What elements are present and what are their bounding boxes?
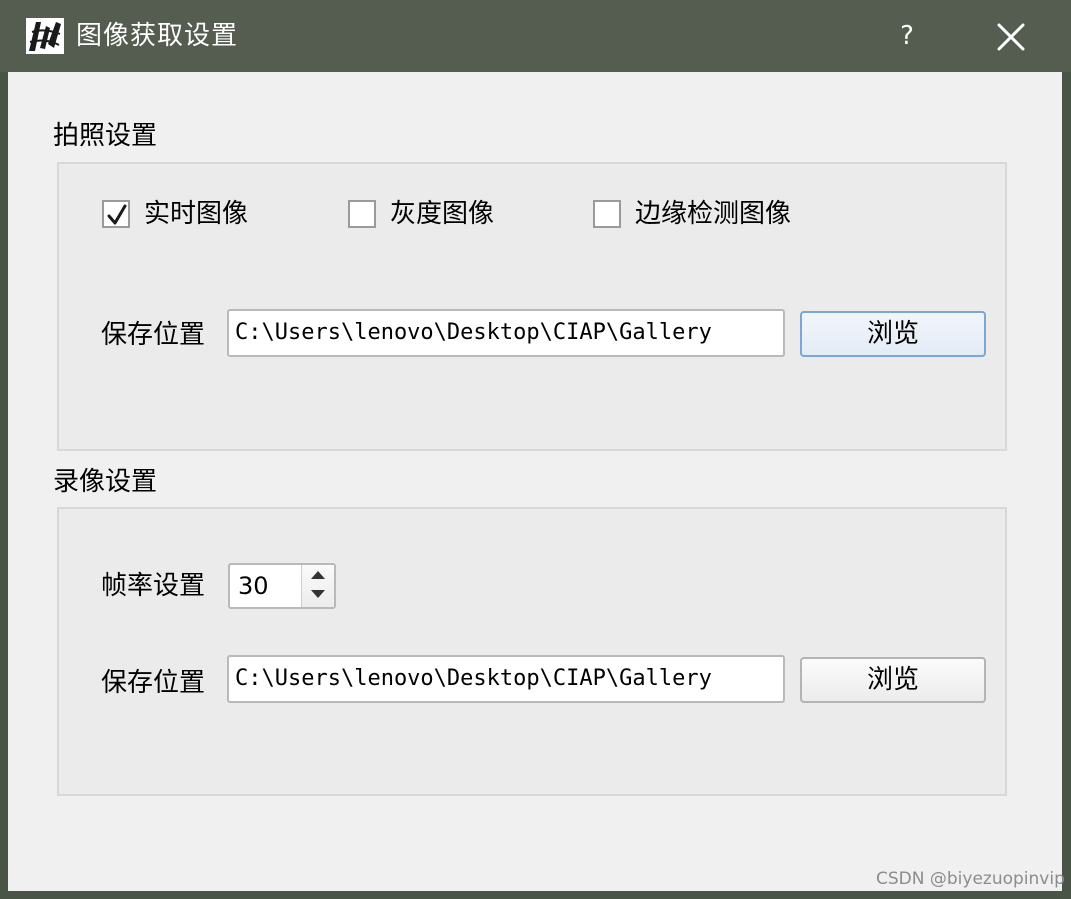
- photo-save-location-label: 保存位置: [101, 320, 206, 350]
- framerate-spinbox[interactable]: 30: [228, 563, 336, 609]
- checkbox-grayscale-image[interactable]: 灰度图像: [348, 196, 494, 232]
- checkbox-grayscale-box[interactable]: [348, 200, 376, 228]
- help-button[interactable]: ?: [890, 16, 924, 56]
- video-settings-group: 帧率设置 30 保存位置 C:\Users\lenovo\Desktop\CIA…: [57, 507, 1007, 796]
- spin-buttons: [301, 565, 334, 607]
- app-logo-icon: [26, 18, 64, 54]
- video-section-title: 录像设置: [53, 467, 158, 497]
- checkbox-realtime-box[interactable]: [102, 200, 130, 228]
- checkmark-icon: [107, 204, 127, 225]
- dialog-body: 拍照设置 实时图像 灰度图像 边缘检测图像 保存位置 C:\Users\leno…: [8, 72, 1062, 891]
- dialog-window: 图像获取设置 ? 拍照设置 实时图像 灰度图像 边缘检测图像 保存位置 C:\U…: [0, 0, 1071, 899]
- window-title: 图像获取设置: [76, 21, 239, 51]
- checkbox-edge-detection-box[interactable]: [593, 200, 621, 228]
- photo-browse-button[interactable]: 浏览: [800, 311, 986, 357]
- video-save-location-label: 保存位置: [101, 668, 206, 698]
- title-bar[interactable]: 图像获取设置 ?: [0, 0, 1071, 72]
- close-icon: [997, 23, 1025, 51]
- framerate-value[interactable]: 30: [238, 565, 269, 607]
- checkbox-grayscale-label: 灰度图像: [390, 199, 495, 229]
- photo-save-path-input[interactable]: C:\Users\lenovo\Desktop\CIAP\Gallery: [227, 309, 785, 357]
- framerate-label: 帧率设置: [101, 571, 206, 601]
- video-save-path-input[interactable]: C:\Users\lenovo\Desktop\CIAP\Gallery: [227, 655, 785, 703]
- checkbox-edge-detection-label: 边缘检测图像: [635, 199, 792, 229]
- arrow-down-icon: [311, 590, 325, 598]
- spin-up-button[interactable]: [302, 565, 334, 586]
- close-button[interactable]: [988, 14, 1034, 60]
- arrow-up-icon: [311, 571, 325, 579]
- checkbox-edge-detection-image[interactable]: 边缘检测图像: [593, 196, 791, 232]
- video-browse-button[interactable]: 浏览: [800, 657, 986, 703]
- photo-settings-group: 实时图像 灰度图像 边缘检测图像 保存位置 C:\Users\lenovo\De…: [57, 162, 1007, 451]
- photo-section-title: 拍照设置: [53, 121, 158, 151]
- checkbox-realtime-label: 实时图像: [144, 199, 249, 229]
- checkbox-realtime-image[interactable]: 实时图像: [102, 196, 248, 232]
- spin-down-button[interactable]: [302, 586, 334, 607]
- watermark-text: CSDN @biyezuopinvip: [876, 869, 1065, 889]
